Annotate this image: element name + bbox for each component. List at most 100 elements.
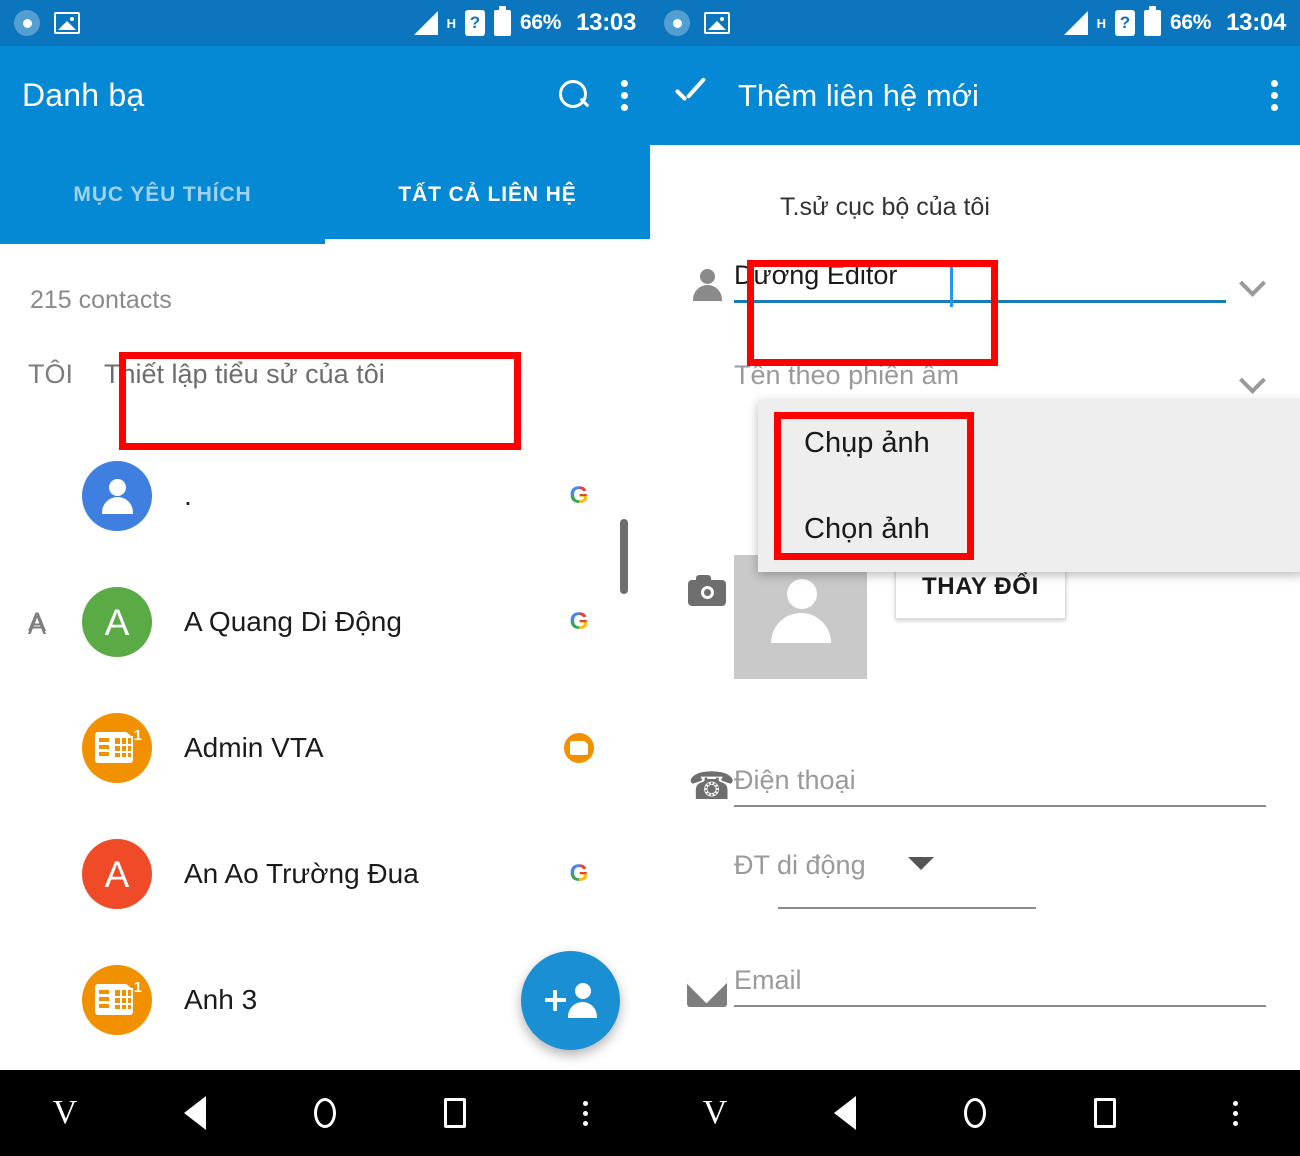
table-row[interactable]: A An Ao Trường Đua G: [0, 811, 650, 937]
chevron-down-icon[interactable]: [907, 857, 934, 870]
google-icon: G: [564, 859, 594, 889]
back-icon[interactable]: [130, 1096, 260, 1130]
phone-type-field[interactable]: ĐT di động: [734, 850, 1092, 890]
section-index-a: A: [28, 610, 47, 640]
home-icon[interactable]: [910, 1098, 1040, 1128]
sim-card-icon: 1: [95, 727, 142, 766]
table-row[interactable]: A A A Quang Di Động G: [0, 559, 650, 685]
battery-icon: [493, 6, 511, 36]
search-icon[interactable]: [559, 79, 591, 112]
signal-icon: [413, 11, 438, 35]
chevron-down-icon[interactable]: [1240, 368, 1266, 394]
person-icon: [766, 579, 836, 653]
menu-icon[interactable]: [1170, 1100, 1300, 1126]
phone-field-row[interactable]: Điện thoại: [680, 764, 1266, 809]
phonetic-name-placeholder: Tên theo phiên âm: [734, 360, 960, 390]
overflow-menu-icon[interactable]: [1271, 80, 1278, 111]
account-badge: G: [564, 607, 594, 637]
add-contact-button[interactable]: [521, 951, 620, 1050]
phone-type-value: ĐT di động: [734, 850, 866, 880]
email-placeholder: Email: [734, 965, 802, 995]
record-icon: [14, 10, 40, 36]
phone-placeholder: Điện thoại: [734, 765, 856, 795]
google-icon: G: [564, 481, 594, 511]
phone-type-row[interactable]: ĐT di động: [680, 850, 1092, 890]
editor-app-bar: Thêm liên hệ mới: [650, 46, 1300, 145]
chevron-down-icon[interactable]: [1240, 271, 1266, 297]
save-contact-icon[interactable]: [672, 81, 710, 111]
list-scrollbar[interactable]: [620, 519, 628, 594]
avatar: A: [82, 839, 152, 909]
name-field-row[interactable]: Dương Editor: [680, 260, 1266, 303]
overflow-menu-icon[interactable]: [621, 80, 628, 111]
page-title: Thêm liên hệ mới: [738, 77, 979, 113]
contact-name: A Quang Di Động: [184, 606, 402, 637]
table-row[interactable]: 1 Admin VTA: [0, 685, 650, 811]
phonetic-name-field-row[interactable]: Tên theo phiên âm: [680, 360, 1266, 400]
status-bar-right: H ? 66% 13:04: [650, 0, 1300, 46]
contacts-app-bar: Danh bạ MỤC YÊU THÍCH TẤT CẢ LIÊN HỆ: [0, 46, 650, 244]
setup-my-profile-label[interactable]: Thiết lập tiểu sử của tôi: [104, 359, 385, 390]
person-icon-wrap: [680, 269, 734, 303]
avatar-letter: A: [104, 853, 130, 895]
nav-v-key[interactable]: V: [0, 1096, 130, 1130]
nav-group-left: V: [0, 1070, 650, 1156]
text-cursor: [950, 263, 953, 307]
contacts-list[interactable]: 215 contacts TÔI Thiết lập tiểu sử của t…: [0, 244, 650, 1070]
avatar-letter: A: [104, 601, 130, 643]
sim-icon: ?: [464, 10, 485, 36]
tab-favorites[interactable]: MỤC YÊU THÍCH: [0, 145, 325, 244]
contact-photo-placeholder[interactable]: [734, 555, 867, 679]
mail-icon: [687, 978, 727, 1007]
list-item-my-profile[interactable]: TÔI Thiết lập tiểu sử của tôi: [0, 315, 650, 433]
phone-underline: [734, 805, 1266, 807]
photo-row: THAY ĐỔI: [680, 555, 1266, 679]
avatar: 1: [82, 965, 152, 1035]
email-field[interactable]: Email: [734, 965, 1266, 1007]
menu-item-take-photo[interactable]: Chụp ảnh: [758, 400, 1300, 486]
recents-icon[interactable]: [390, 1098, 520, 1128]
status-bar-left: H ? 66% 13:03: [0, 0, 650, 46]
contacts-count-label: 215 contacts: [30, 286, 172, 314]
photo-source-popup-menu[interactable]: Chụp ảnh Chọn ảnh: [758, 400, 1300, 572]
email-underline: [734, 1005, 1266, 1007]
recents-icon[interactable]: [1040, 1098, 1170, 1128]
screenshot-root: H ? 66% 13:03 Danh bạ MỤC YÊU THÍCH TẤT …: [0, 0, 1300, 1156]
phone-field[interactable]: Điện thoại: [734, 765, 1266, 807]
tab-all-contacts[interactable]: TẤT CẢ LIÊN HỆ: [325, 145, 650, 244]
editor-form: T.sử cục bộ của tôi Dương Editor Tên the…: [650, 145, 1300, 1070]
table-row[interactable]: . G: [0, 433, 650, 559]
account-badge: G: [564, 481, 594, 511]
phonetic-name-field[interactable]: Tên theo phiên âm: [734, 360, 1226, 400]
gallery-icon: [54, 12, 80, 34]
contact-name: Admin VTA: [184, 732, 324, 763]
sim-card-icon: 1: [95, 979, 142, 1018]
email-field-row[interactable]: Email: [680, 965, 1266, 1007]
name-field[interactable]: Dương Editor: [734, 260, 1226, 303]
back-icon[interactable]: [780, 1096, 910, 1130]
sim-icon: ?: [1114, 10, 1135, 36]
phone-icon: [688, 764, 735, 809]
name-input-underline: [734, 300, 1226, 303]
mail-icon-wrap: [680, 978, 734, 1007]
menu-item-choose-photo[interactable]: Chọn ảnh: [758, 486, 1300, 572]
google-icon: G: [564, 607, 594, 637]
avatar: A: [82, 587, 152, 657]
record-icon: [664, 10, 690, 36]
menu-icon[interactable]: [520, 1100, 650, 1126]
section-index-me: TÔI: [28, 358, 73, 389]
clock-label: 13:04: [1226, 9, 1286, 36]
account-badge: [564, 733, 594, 763]
person-icon: [690, 269, 724, 303]
camera-icon: [688, 575, 726, 606]
home-icon[interactable]: [260, 1098, 390, 1128]
add-person-icon: [544, 982, 597, 1019]
avatar: [82, 461, 152, 531]
person-icon: [97, 476, 137, 516]
battery-percent-label: 66%: [519, 11, 562, 34]
system-nav-bar: V V: [0, 1070, 1300, 1156]
battery-percent-label: 66%: [1169, 11, 1212, 34]
name-input-value[interactable]: Dương Editor: [734, 260, 1226, 300]
contact-name: .: [184, 480, 192, 511]
nav-v-key[interactable]: V: [650, 1096, 780, 1130]
